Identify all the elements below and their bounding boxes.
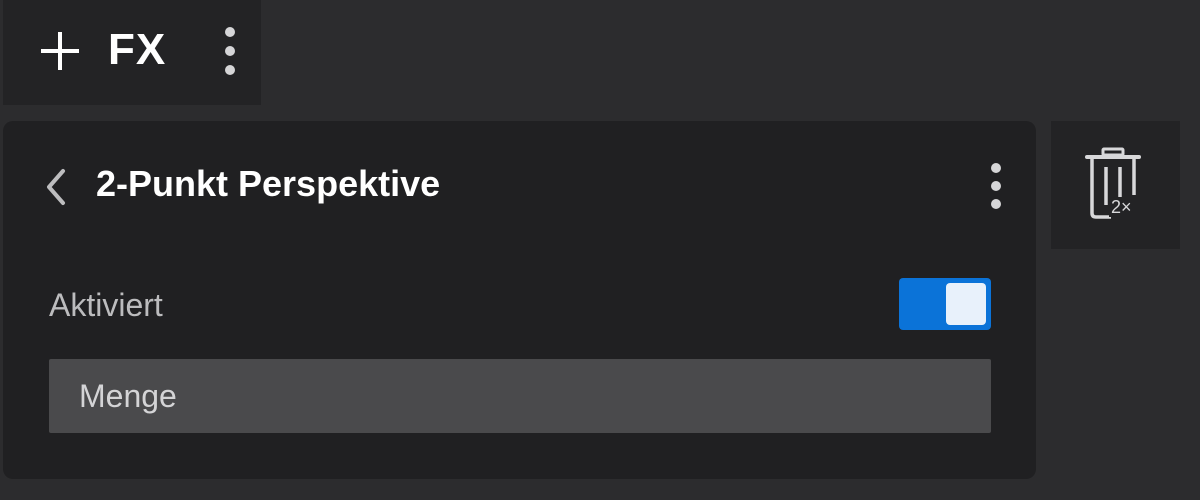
fx-label[interactable]: FX (108, 24, 166, 76)
amount-field[interactable]: Menge (49, 359, 991, 433)
delete-button[interactable]: 2× (1051, 121, 1180, 249)
chevron-left-icon[interactable] (41, 165, 71, 209)
trash-count-badge: 2× (1109, 197, 1134, 217)
fx-toolbar: FX (3, 0, 261, 105)
amount-label: Menge (79, 378, 177, 414)
enabled-label: Aktiviert (49, 287, 163, 323)
vertical-ellipsis-icon[interactable] (983, 161, 1009, 211)
toggle-knob (946, 283, 986, 325)
enabled-toggle[interactable] (899, 278, 991, 330)
effect-panel: 2-Punkt Perspektive Aktiviert Menge (3, 121, 1036, 479)
app-root: FX 2-Punkt Perspektive Aktiviert Menge 2… (0, 0, 1200, 500)
plus-icon[interactable] (39, 30, 81, 72)
effect-title: 2-Punkt Perspektive (96, 163, 441, 204)
vertical-ellipsis-icon[interactable] (216, 25, 244, 77)
